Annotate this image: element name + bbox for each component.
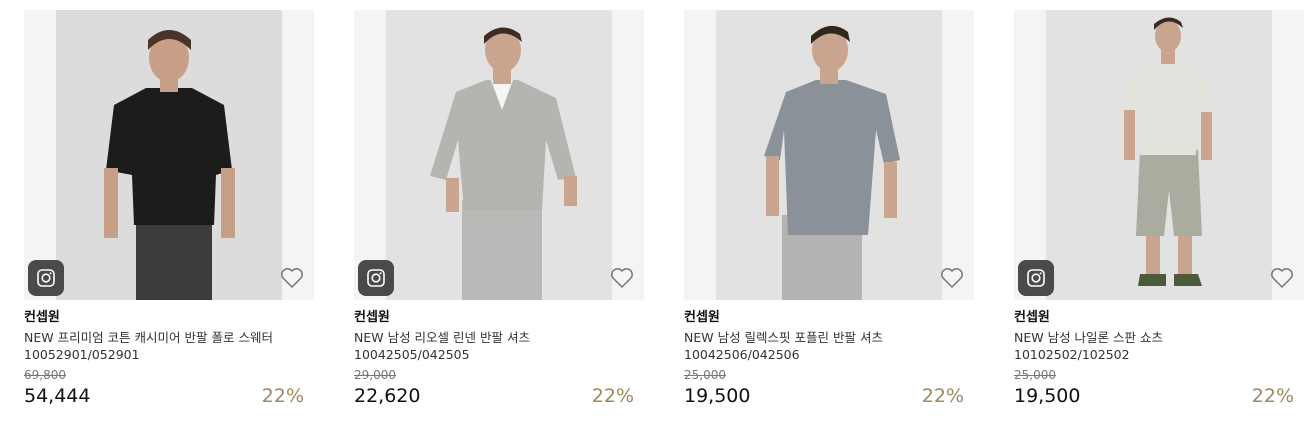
sale-price: 22,620 [354,385,421,407]
sale-price: 54,444 [24,385,91,407]
price-row: 54,444 22% [24,384,314,408]
original-price: 25,000 [684,368,726,382]
brand-name: 컨셉원 [24,310,60,325]
sale-price: 19,500 [1014,385,1081,407]
product-name[interactable]: NEW 남성 릴렉스핏 포플린 반팔 셔츠 [684,330,974,346]
product-code: 10052901/052901 [24,347,140,362]
product-card[interactable]: 컨셉원 NEW 남성 나일론 스판 쇼츠 10102502/102502 25,… [1014,10,1304,408]
model-figure [764,25,900,300]
model-photo [716,10,942,300]
product-name[interactable]: NEW 남성 리오셀 린넨 반팔 셔츠 [354,330,644,346]
product-image[interactable] [354,10,644,300]
product-card[interactable]: 컨셉원 NEW 프리미엄 코튼 캐시미어 반팔 폴로 스웨터 10052901/… [24,10,314,408]
original-price: 25,000 [1014,368,1056,382]
model-photo [56,10,282,300]
original-price: 29,000 [354,368,396,382]
heart-outline-icon[interactable] [610,267,634,289]
instagram-icon[interactable] [28,260,64,296]
product-image[interactable] [684,10,974,300]
original-price: 69,800 [24,368,66,382]
model-figure [430,27,577,300]
product-image[interactable] [1014,10,1304,300]
sale-price: 19,500 [684,385,751,407]
discount-rate: 22% [591,385,634,407]
product-card[interactable]: 컨셉원 NEW 남성 릴렉스핏 포플린 반팔 셔츠 10042506/04250… [684,10,974,408]
product-grid: 컨셉원 NEW 프리미엄 코튼 캐시미어 반팔 폴로 스웨터 10052901/… [0,0,1310,437]
product-name[interactable]: NEW 프리미엄 코튼 캐시미어 반팔 폴로 스웨터 [24,330,314,346]
price-row: 19,500 22% [1014,384,1304,408]
product-card[interactable]: 컨셉원 NEW 남성 리오셀 린넨 반팔 셔츠 10042505/042505 … [354,10,644,408]
model-figure [1122,17,1214,286]
product-code: 10042506/042506 [684,347,800,362]
product-name[interactable]: NEW 남성 나일론 스판 쇼츠 [1014,330,1304,346]
brand-name: 컨셉원 [354,310,390,325]
instagram-icon[interactable] [358,260,394,296]
instagram-icon[interactable] [1018,260,1054,296]
heart-outline-icon[interactable] [280,267,304,289]
discount-rate: 22% [1251,385,1294,407]
model-photo [386,10,612,300]
price-row: 19,500 22% [684,384,974,408]
model-photo [1046,10,1272,300]
brand-name: 컨셉원 [684,310,720,325]
price-row: 22,620 22% [354,384,644,408]
model-figure [104,30,235,300]
discount-rate: 22% [261,385,304,407]
product-code: 10042505/042505 [354,347,470,362]
product-image[interactable] [24,10,314,300]
discount-rate: 22% [921,385,964,407]
heart-outline-icon[interactable] [1270,267,1294,289]
product-code: 10102502/102502 [1014,347,1130,362]
brand-name: 컨셉원 [1014,310,1050,325]
heart-outline-icon[interactable] [940,267,964,289]
